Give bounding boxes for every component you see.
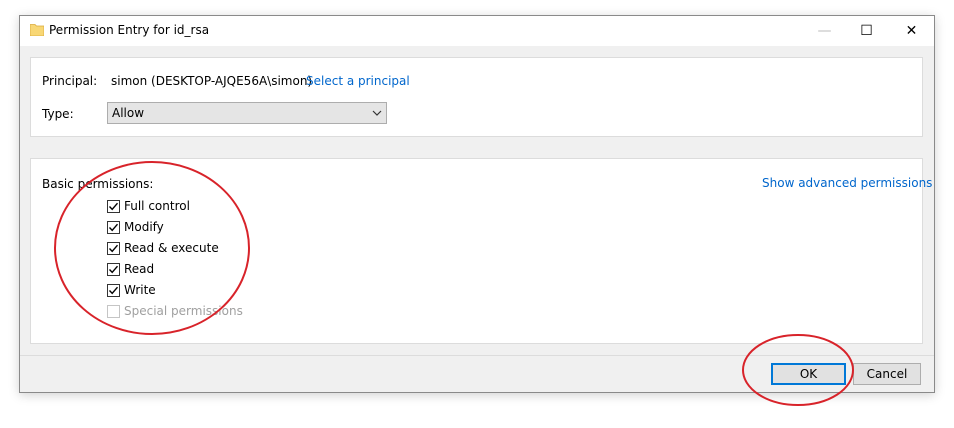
ok-button[interactable]: OK <box>771 363 846 385</box>
full-control-label: Full control <box>124 199 190 213</box>
type-select[interactable]: Allow <box>107 102 387 124</box>
title-bar[interactable]: Permission Entry for id_rsa — ☐ ✕ <box>20 16 934 46</box>
type-select-value: Allow <box>112 106 145 120</box>
read-checkbox[interactable] <box>107 263 120 276</box>
modify-checkbox[interactable] <box>107 221 120 234</box>
special-permissions-checkbox <box>107 305 120 318</box>
close-button[interactable]: ✕ <box>889 16 934 46</box>
principal-label: Principal: <box>42 74 98 88</box>
permission-entry-dialog: Permission Entry for id_rsa — ☐ ✕ Princi… <box>19 15 935 393</box>
folder-icon <box>30 24 44 36</box>
read-execute-label: Read & execute <box>124 241 219 255</box>
type-label: Type: <box>42 107 74 121</box>
read-execute-checkbox[interactable] <box>107 242 120 255</box>
chevron-down-icon <box>372 110 382 116</box>
select-principal-link[interactable]: Select a principal <box>306 74 410 88</box>
footer-divider <box>20 355 934 356</box>
minimize-icon: — <box>817 23 832 39</box>
minimize-button[interactable]: — <box>802 16 847 46</box>
special-permissions-label: Special permissions <box>124 304 243 318</box>
basic-permissions-label: Basic permissions: <box>42 177 154 191</box>
show-advanced-permissions-link[interactable]: Show advanced permissions <box>762 176 932 190</box>
full-control-checkbox[interactable] <box>107 200 120 213</box>
modify-label: Modify <box>124 220 164 234</box>
read-label: Read <box>124 262 155 276</box>
cancel-button[interactable]: Cancel <box>853 363 921 385</box>
close-icon: ✕ <box>905 23 918 39</box>
principal-value: simon (DESKTOP-AJQE56A\simon) <box>111 74 313 88</box>
write-label: Write <box>124 283 156 297</box>
window-title: Permission Entry for id_rsa <box>49 23 210 37</box>
maximize-button[interactable]: ☐ <box>844 16 889 46</box>
write-checkbox[interactable] <box>107 284 120 297</box>
principal-group <box>30 57 923 137</box>
maximize-icon: ☐ <box>860 23 873 39</box>
